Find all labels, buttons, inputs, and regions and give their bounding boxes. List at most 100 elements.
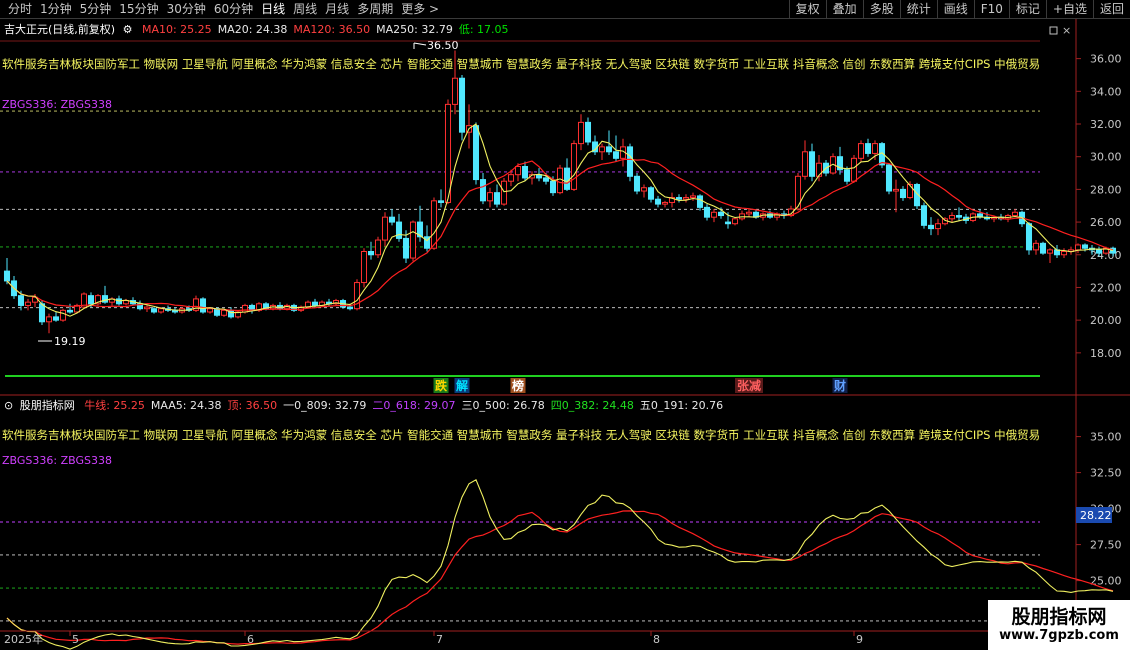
month-label: 5 [72,633,79,646]
candle-body [360,251,368,284]
tool-button[interactable]: 返回 [1092,0,1130,19]
signal-marker: 解 [456,378,468,393]
candle-body [409,221,417,259]
tool-button[interactable]: 复权 [788,0,826,19]
value-label: 顶: 36.50 [227,399,277,412]
indicator-header: ⊙ 股朋指标网 牛线: 25.25 MAA5: 24.38 顶: 36.50 一0_8… [4,398,723,412]
tool-button[interactable]: F10 [973,0,1009,19]
axis-tick-label: 32.50 [1090,467,1122,480]
tool-button[interactable]: 多股 [862,0,900,19]
indicator-axis: 35.0032.5030.0027.5025.0022.50 [1076,431,1122,624]
candle-body [444,103,452,203]
candle-body [521,166,529,179]
candle-body [374,239,382,256]
candle-body [1060,251,1068,256]
current-value-label: 28.22 [1080,509,1112,522]
candle-body [808,151,816,177]
year-label: 2025年 [4,632,43,646]
tool-button[interactable]: +自选 [1045,0,1093,19]
candle-body [626,146,634,177]
timeframe-tab[interactable]: 分时 [4,0,36,19]
timeframe-tabs: 分时 1分钟 5分钟 15分钟 30分钟 60分钟 日线 周线 月线 多周期 更多 > [0,0,443,19]
site-watermark: 股朋指标网 www.7gpzb.com [988,600,1130,650]
candle-body [682,197,690,200]
axis-tick-label: 22.00 [1090,281,1122,294]
panel-close-icon[interactable]: × [1062,24,1071,37]
watermark-title: 股朋指标网 [1011,606,1107,628]
candle-body [556,167,564,194]
candle-body [731,218,739,225]
candle-body [857,143,865,159]
candle-body [451,77,459,105]
month-label: 8 [653,633,660,646]
candle-body [24,301,32,306]
candle-body [381,216,389,241]
candle-body [220,309,228,316]
candle-body [696,195,704,208]
candle-body [801,151,809,177]
timeframe-tab[interactable]: 30分钟 [163,0,210,19]
value-label: MA10: 25.25 [142,23,212,36]
candle-body [563,167,571,190]
candle-body [1074,244,1082,251]
candle-body [906,183,914,199]
axis-tick-label: 35.00 [1090,431,1122,444]
low-price-label: 19.19 [54,335,86,348]
candle-body [717,211,725,217]
timeframe-tab[interactable]: 月线 [321,0,353,19]
candle-body [150,308,158,313]
indicator-niu-line [6,510,1114,645]
candle-body [472,125,480,181]
candle-body [710,211,718,218]
indicator-zbgs-label: ZBGS336: ZBGS338 [2,454,112,467]
timeframe-tab[interactable]: 5分钟 [76,0,116,19]
tool-button[interactable]: 统计 [899,0,937,19]
watermark-url: www.7gpzb.com [999,628,1119,643]
period-toolbar: 分时 1分钟 5分钟 15分钟 30分钟 60分钟 日线 周线 月线 多周期 更多 > 复权 叠加 多股… [0,0,1130,19]
candle-body [661,201,669,205]
candle-body [1081,244,1089,249]
tool-button[interactable]: 标记 [1008,0,1046,19]
indicator-panel: 35.0032.5030.0027.5025.0022.50 28.22 ⊙ 股… [0,398,1122,650]
collapse-icon[interactable]: ⊙ [4,399,13,412]
tool-button[interactable]: 画线 [936,0,974,19]
candle-body [843,169,851,182]
value-label: MA120: 36.50 [293,23,370,36]
value-label: MA250: 32.79 [376,23,453,36]
timeframe-tab[interactable]: 周线 [289,0,321,19]
candle-body [605,146,613,153]
tool-button[interactable]: 叠加 [825,0,863,19]
stock-chart[interactable]: 36.0034.0032.0030.0028.0026.0024.0022.00… [0,19,1130,650]
timeframe-tab[interactable]: 60分钟 [210,0,257,19]
candle-body [570,143,578,190]
timeframe-tab[interactable]: 更多 > [397,0,443,19]
candle-body [948,215,956,220]
candle-body [542,177,550,182]
candle-body [486,192,494,202]
month-label: 6 [247,633,254,646]
timeframe-tab[interactable]: 1分钟 [36,0,76,19]
timeframe-tab[interactable]: 15分钟 [115,0,162,19]
candle-body [157,308,165,313]
candle-body [612,151,620,159]
candle-body [885,164,893,192]
timeframe-tab[interactable]: 多周期 [353,0,397,19]
main-price-axis: 36.0034.0032.0030.0028.0026.0024.0022.00… [1076,53,1122,360]
candle-body [1032,242,1040,251]
candle-body [577,121,585,145]
value-label: 二0_618: 29.07 [372,399,455,412]
candle-body [1025,223,1033,251]
settings-icon[interactable]: ⚙ [123,23,133,36]
candle-body [346,306,354,310]
candle-body [920,205,928,226]
indicator-maa5-line [6,479,1114,650]
tool-buttons: 复权 叠加 多股 统计 画线 F10 标记 +自选 返回 [788,0,1130,19]
value-label: 牛线: 25.25 [84,398,145,412]
indicator-name: 股朋指标网 [20,398,75,412]
candle-body [850,157,858,182]
candle-body [640,187,648,192]
candle-body [815,162,823,177]
timeframe-tab[interactable]: 日线 [257,0,289,19]
candle-body [1046,249,1054,254]
candle-body [388,216,396,223]
